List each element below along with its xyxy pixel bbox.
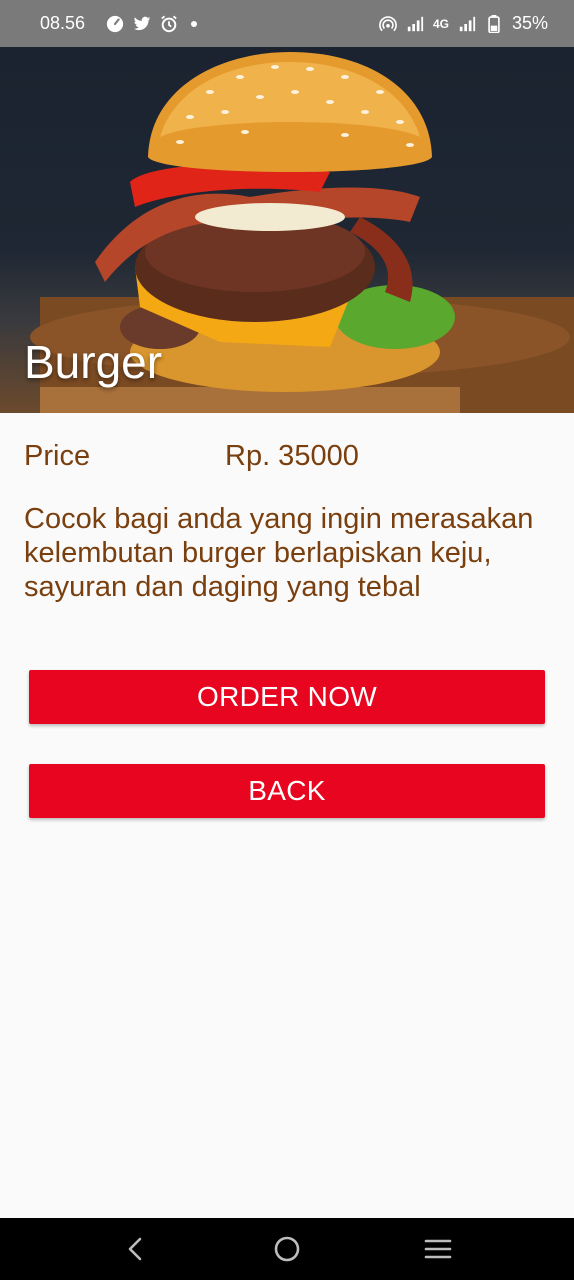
hotspot-icon [379, 15, 397, 33]
status-right: 4G 35% [379, 13, 548, 34]
status-left: 08.56 [40, 13, 198, 34]
twitter-icon [133, 15, 151, 33]
dot-icon [191, 20, 198, 27]
product-title: Burger [24, 336, 163, 388]
signal-4g-icon [458, 15, 476, 33]
battery-percentage: 35% [511, 13, 548, 33]
price-value: Rp. 35000 [225, 440, 359, 472]
signal-icon [406, 15, 424, 33]
status-time: 08.56 [40, 13, 86, 33]
product-description: Cocok bagi anda yang ingin merasakan kel… [24, 503, 534, 603]
status-bar: 08.56 4G 35% [0, 0, 574, 47]
battery-icon [485, 14, 503, 33]
price-label: Price [24, 440, 91, 472]
speedometer-icon [106, 15, 124, 33]
alarm-icon [160, 15, 178, 33]
hero-image: Burger [0, 47, 574, 413]
back-nav-icon[interactable] [116, 1229, 156, 1269]
home-nav-icon[interactable] [267, 1229, 307, 1269]
recents-nav-icon[interactable] [418, 1229, 458, 1269]
system-nav-bar [0, 1218, 574, 1280]
back-button[interactable]: BACK [29, 764, 545, 818]
order-now-button[interactable]: ORDER NOW [29, 670, 545, 724]
network-type-label: 4G [432, 16, 449, 31]
price-row: Price Rp. 35000 [24, 440, 554, 476]
